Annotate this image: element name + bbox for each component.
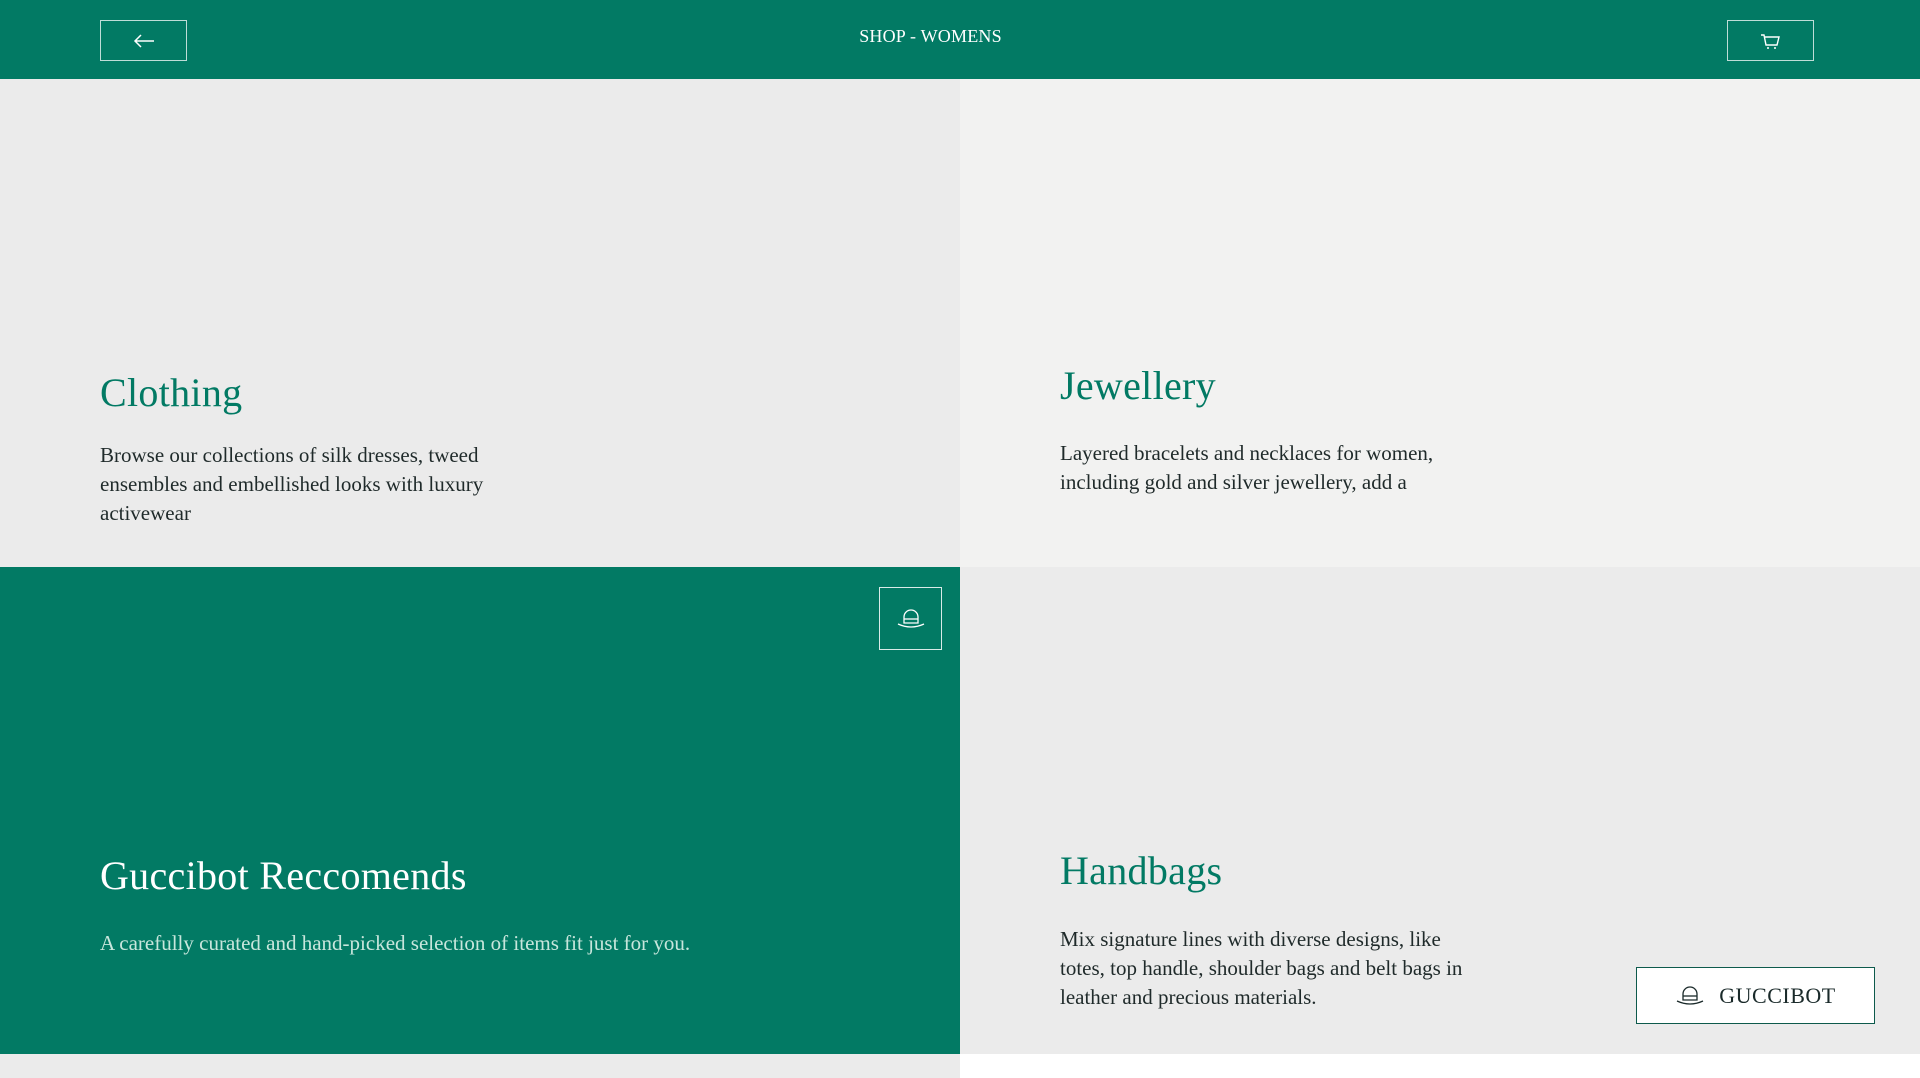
category-tile-guccibot-recommends[interactable]: Guccibot Reccomends A carefully curated …: [0, 567, 960, 1054]
next-row-tile: [0, 1054, 960, 1078]
category-description: Browse our collections of silk dresses, …: [100, 443, 484, 525]
category-tile-jewellery[interactable]: Jewellery Layered bracelets and necklace…: [960, 79, 1920, 567]
category-description: Layered bracelets and necklaces for wome…: [1060, 441, 1434, 494]
guccibot-recommends-button[interactable]: [879, 587, 942, 650]
guccibot-hat-icon: [1676, 985, 1704, 1005]
category-description: Mix signature lines with diverse designs…: [1060, 927, 1463, 1009]
category-title: Handbags: [1060, 848, 1223, 893]
top-header: SHOP - WOMENS: [0, 0, 1920, 79]
category-tile-clothing[interactable]: Clothing Browse our collections of silk …: [0, 79, 960, 567]
category-title: Guccibot Reccomends: [100, 853, 467, 898]
guccibot-button-label: GUCCIBOT: [1719, 982, 1836, 1008]
category-description: A carefully curated and hand-picked sele…: [100, 931, 691, 955]
next-row-tile: [960, 1054, 1920, 1078]
guccibot-chat-button[interactable]: GUCCIBOT: [1636, 967, 1875, 1024]
page-title: SHOP - WOMENS: [859, 26, 1002, 46]
cart-button[interactable]: [1727, 20, 1814, 61]
category-title: Jewellery: [1060, 363, 1216, 408]
category-title: Clothing: [100, 370, 243, 415]
shopping-cart-icon: [1760, 33, 1780, 49]
guccibot-hat-icon: [897, 608, 924, 628]
